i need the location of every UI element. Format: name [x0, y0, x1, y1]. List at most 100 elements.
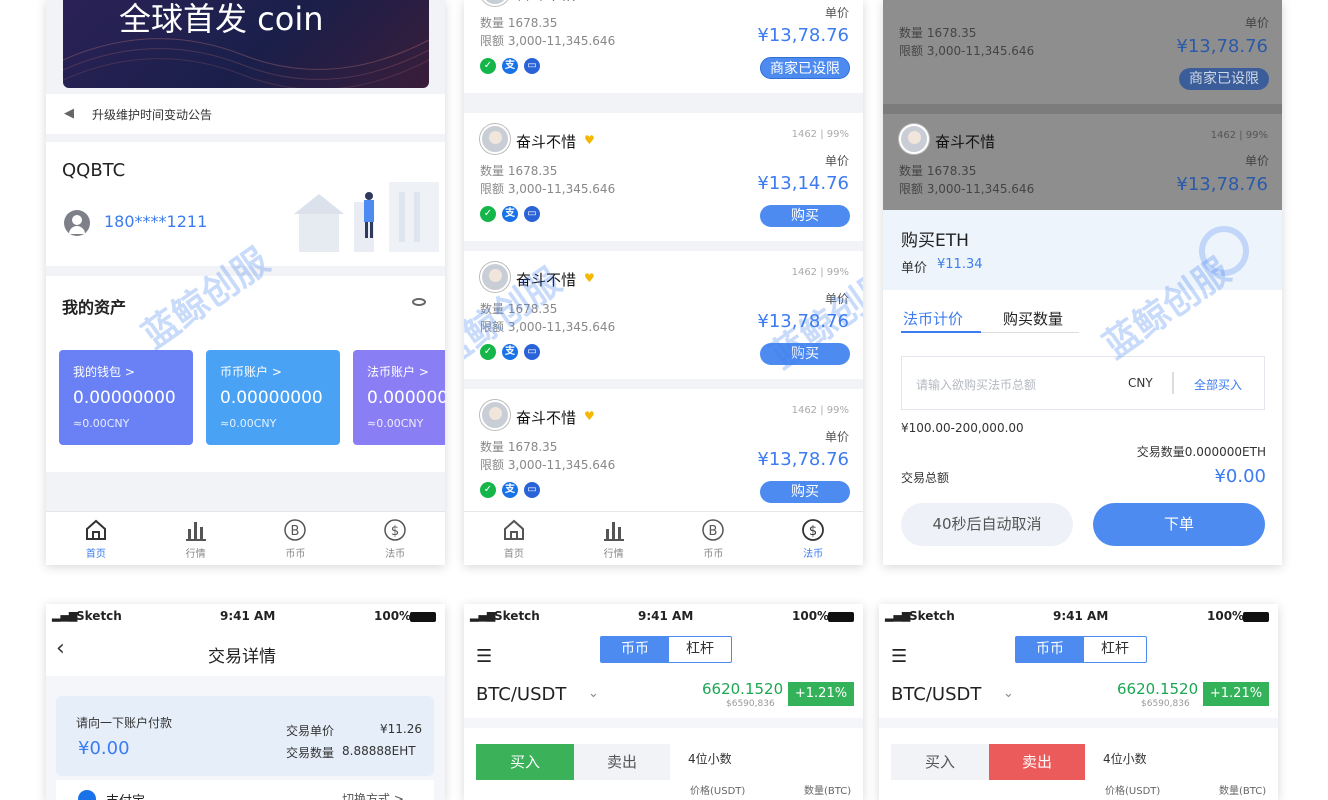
- limit-button[interactable]: 商家已设限: [1179, 68, 1269, 90]
- qty: 数量 1678.35: [899, 26, 977, 40]
- tab-home[interactable]: 首页: [46, 512, 146, 565]
- pair-selector[interactable]: BTC/USDT: [476, 684, 566, 705]
- wechat-pay-icon: ✓: [480, 58, 496, 74]
- eye-icon[interactable]: [412, 298, 426, 306]
- menu-sort-icon[interactable]: ☰: [891, 646, 907, 667]
- trade-header: ☰ 币币 杠杆 BTC/USDT ⌄ 6620.1520 $6590,836 +…: [464, 628, 863, 718]
- col-price: 价格(USDT): [1105, 786, 1161, 797]
- sell-tab[interactable]: 卖出: [574, 744, 670, 780]
- buy-button[interactable]: 购买: [760, 481, 850, 503]
- col-qty: 数量(BTC): [804, 786, 852, 797]
- user-phone[interactable]: 180****1211: [104, 212, 207, 231]
- alipay-icon: 支: [502, 344, 518, 360]
- status-bar: ▂▄▆ Sketch 9:41 AM 100%: [46, 604, 445, 628]
- tab-market[interactable]: 行情: [564, 512, 664, 565]
- unit-price: ¥11.34: [937, 257, 983, 272]
- price-label: 单价: [1245, 154, 1270, 168]
- wechat-pay-icon: ✓: [480, 206, 496, 222]
- buy-tab[interactable]: 买入: [476, 744, 574, 780]
- listing-card: 奋斗不惜♥1462 | 99%单价数量 1678.35限额 3,000-11,3…: [464, 0, 863, 93]
- app-name: QQBTC: [62, 160, 126, 181]
- amount-input[interactable]: 请输入欲购买法币总额 CNY 全部买入: [901, 356, 1265, 410]
- sell-tab[interactable]: 卖出: [989, 744, 1085, 780]
- speaker-icon: ◀︎: [64, 106, 74, 121]
- tab-buy-qty[interactable]: 购买数量: [1003, 308, 1063, 329]
- tab-fiat-price[interactable]: 法币计价: [903, 308, 963, 329]
- bank-card-icon: ▭: [524, 58, 540, 74]
- place-order-button[interactable]: 下单: [1093, 503, 1265, 546]
- merchant-name: 奋斗不惜: [516, 133, 577, 151]
- merchant-stats: 1462 | 99%: [791, 129, 849, 140]
- switch-method[interactable]: 切换方式 >: [342, 790, 404, 800]
- battery-icon: [828, 612, 854, 622]
- merchant-stats: 1462 | 99%: [1210, 130, 1268, 141]
- decimals-selector[interactable]: 4位小数: [1103, 750, 1147, 767]
- col-price: 价格(USDT): [690, 786, 746, 797]
- pair-selector[interactable]: BTC/USDT: [891, 684, 981, 705]
- unit-label: 单价: [901, 261, 928, 276]
- account-amount: 0.00000000: [73, 388, 176, 408]
- carrier: Sketch: [76, 609, 122, 623]
- assets-title: 我的资产: [62, 298, 127, 317]
- trade-qty: 交易数量0.000000ETH: [1136, 445, 1266, 459]
- merchant-name: 奋斗不惜: [935, 133, 996, 151]
- buy-tab[interactable]: 买入: [891, 744, 989, 780]
- battery-label: 100%: [374, 609, 412, 623]
- price: ¥13,78.76: [757, 449, 849, 470]
- detail-screen: ▂▄▆ Sketch 9:41 AM 100% ‹ 交易详情 请向一下账户付款 …: [46, 604, 445, 800]
- dollar-icon: $: [802, 519, 825, 541]
- page-title: 交易详情: [208, 647, 276, 667]
- merchant-avatar: [480, 400, 510, 430]
- limit: 限额 3,000-11,345.646: [480, 34, 616, 48]
- verified-badge-icon: ♥: [584, 271, 595, 285]
- account-card-wallet[interactable]: 我的钱包 > 0.00000000 ≈0.00CNY: [59, 350, 193, 445]
- account-card-fiat[interactable]: 法币账户 > 0.000000 ≈0.00CNY: [353, 350, 445, 445]
- time: 9:41 AM: [638, 609, 694, 623]
- amount-range: ¥100.00-200,000.00: [901, 421, 1024, 435]
- limit: 限额 3,000-11,345.646: [480, 320, 616, 334]
- pay-method-row[interactable]: 支付宝 切换方式 >: [56, 780, 434, 800]
- tab-label: 首页: [503, 549, 524, 560]
- qty: 数量 1678.35: [480, 440, 558, 454]
- tab-market[interactable]: 行情: [146, 512, 246, 565]
- buy-button[interactable]: 购买: [760, 205, 850, 227]
- logo-icon: [1199, 226, 1249, 276]
- battery-icon: [1243, 612, 1269, 622]
- tab-coin[interactable]: B 币币: [664, 512, 764, 565]
- tab-fiat[interactable]: $ 法币: [763, 512, 863, 565]
- tab-home[interactable]: 首页: [464, 512, 564, 565]
- qty: 数量 1678.35: [480, 164, 558, 178]
- banner[interactable]: 全球首发 coin: [63, 0, 429, 88]
- svg-text:$: $: [809, 524, 817, 539]
- verified-badge-icon: ♥: [584, 133, 595, 147]
- back-icon[interactable]: ‹: [56, 636, 65, 661]
- notice-bar[interactable]: ◀︎ 升级维护时间变动公告: [46, 94, 445, 134]
- auto-cancel-button[interactable]: 40秒后自动取消: [901, 503, 1073, 546]
- dollar-icon: $: [384, 519, 406, 541]
- verified-badge-icon: ♥: [584, 409, 595, 423]
- merchant-stats: 1462 | 99%: [791, 405, 849, 416]
- tab-label: 法币: [385, 549, 406, 560]
- merchant-avatar: [480, 262, 510, 292]
- user-avatar-icon[interactable]: [64, 210, 90, 236]
- account-card-coin[interactable]: 币币账户 > 0.00000000 ≈0.00CNY: [206, 350, 340, 445]
- account-cny: ≈0.00CNY: [220, 417, 277, 430]
- mode-lever[interactable]: 杠杆: [669, 637, 731, 662]
- buy-all-button[interactable]: 全部买入: [1194, 376, 1242, 393]
- total-label: 交易总额: [901, 471, 950, 485]
- menu-sort-icon[interactable]: ☰: [476, 646, 492, 667]
- col-qty: 数量(BTC): [1219, 786, 1267, 797]
- mode-lever[interactable]: 杠杆: [1084, 637, 1146, 662]
- mode-coin[interactable]: 币币: [601, 637, 669, 662]
- tab-fiat[interactable]: $ 法币: [345, 512, 445, 565]
- battery-label: 100%: [1207, 609, 1245, 623]
- status-bar: ▂▄▆ Sketch 9:41 AM 100%: [879, 604, 1278, 628]
- unit-value: ¥11.26: [380, 722, 422, 736]
- buy-button[interactable]: 购买: [760, 343, 850, 365]
- currency-label: CNY: [1128, 376, 1153, 390]
- decimals-selector[interactable]: 4位小数: [688, 750, 732, 767]
- mode-coin[interactable]: 币币: [1016, 637, 1084, 662]
- tab-coin[interactable]: B 币币: [246, 512, 346, 565]
- limit-button[interactable]: 商家已设限: [760, 57, 850, 79]
- sheet-title: 购买ETH: [901, 231, 969, 251]
